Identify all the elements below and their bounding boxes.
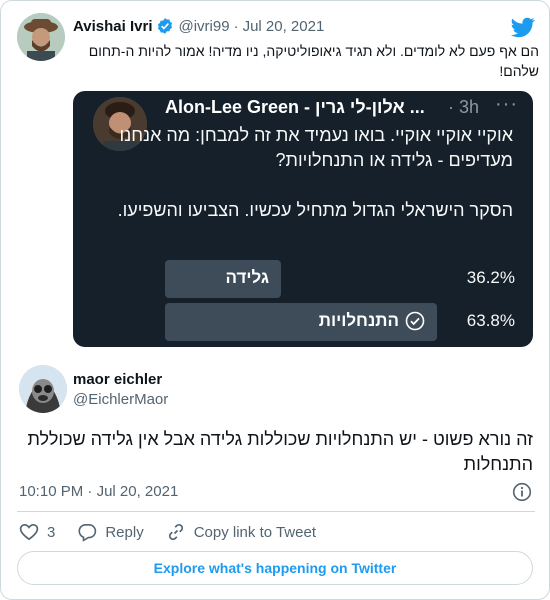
twitter-bird-icon[interactable] <box>511 15 535 39</box>
poll-option: התנחלויות 63.8% <box>165 303 515 341</box>
paragraph: הסקר הישראלי הגדול מתחיל עכשיו. הצביעו ו… <box>117 200 513 220</box>
poll-option-label: גלידה <box>225 268 269 288</box>
tweet-actions: 3 Reply Copy link to Tweet <box>19 521 338 543</box>
parent-tweet-text: הם אף פעם לא לומדים. ולא תגיד גיאופוליטי… <box>88 43 539 79</box>
parent-tweet-header: Avishai Ivri @ivri99 · Jul 20, 2021 <box>73 17 324 35</box>
poll-percent: 63.8% <box>466 311 515 330</box>
author-name[interactable]: Avishai Ivri <box>73 18 152 35</box>
info-icon[interactable] <box>512 482 532 502</box>
avatar[interactable] <box>19 365 67 413</box>
link-icon <box>168 524 183 540</box>
tweet-timestamp[interactable]: 10:10 PM · Jul 20, 2021 <box>19 483 178 500</box>
poll-option-label: התנחלויות <box>319 311 425 331</box>
tweet-date[interactable]: Jul 20, 2021 <box>243 18 325 35</box>
paragraph: אוקיי אוקיי אוקיי. בואו נעמיד את זה למבח… <box>119 125 513 170</box>
reply-button[interactable]: Reply <box>77 522 144 542</box>
author-handle[interactable]: @EichlerMaor <box>73 391 168 408</box>
separator-dot: · <box>87 483 93 500</box>
poll-option-text: התנחלויות <box>318 311 399 330</box>
tweet-time: · 3h <box>448 97 479 118</box>
quoted-tweet-screenshot: Alon-Lee Green - אלון-לי גרין ... · 3h ·… <box>73 91 533 347</box>
avatar[interactable] <box>17 13 65 61</box>
poll-percent: 36.2% <box>466 268 515 287</box>
embedded-tweet-card: Avishai Ivri @ivri99 · Jul 20, 2021 הם א… <box>0 0 550 600</box>
like-button[interactable]: 3 <box>19 522 55 542</box>
author-name[interactable]: maor eichler <box>73 371 162 388</box>
reply-icon <box>78 524 97 542</box>
separator-dot: · <box>233 17 239 35</box>
check-circle-icon <box>405 311 425 331</box>
quoted-tweet-text: אוקיי אוקיי אוקיי. בואו נעמיד את זה למבח… <box>103 123 513 248</box>
verified-badge-icon <box>158 18 173 34</box>
separator-dot: · <box>448 97 454 117</box>
time-text: 3h <box>459 97 480 117</box>
tweet-text: זה נורא פשוט - יש התנחלויות שכוללות גליד… <box>27 429 533 474</box>
copy-link-button[interactable]: Copy link to Tweet <box>166 522 316 542</box>
divider <box>17 511 535 512</box>
author-name: Alon-Lee Green - אלון-לי גרין ... <box>165 97 425 117</box>
author-handle[interactable]: @ivri99 <box>178 18 229 35</box>
explore-button[interactable]: Explore what's happening on Twitter <box>17 551 533 585</box>
more-options-icon: ··· <box>495 93 518 115</box>
tweet-date[interactable]: Jul 20, 2021 <box>97 483 179 500</box>
heart-icon <box>19 523 39 541</box>
poll-option-text: גלידה <box>225 268 269 287</box>
tweet-time[interactable]: 10:10 PM <box>19 483 83 500</box>
like-count: 3 <box>47 523 56 541</box>
reply-label: Reply <box>105 523 144 541</box>
copy-link-label: Copy link to Tweet <box>193 523 316 541</box>
poll-option: גלידה 36.2% <box>165 260 515 298</box>
